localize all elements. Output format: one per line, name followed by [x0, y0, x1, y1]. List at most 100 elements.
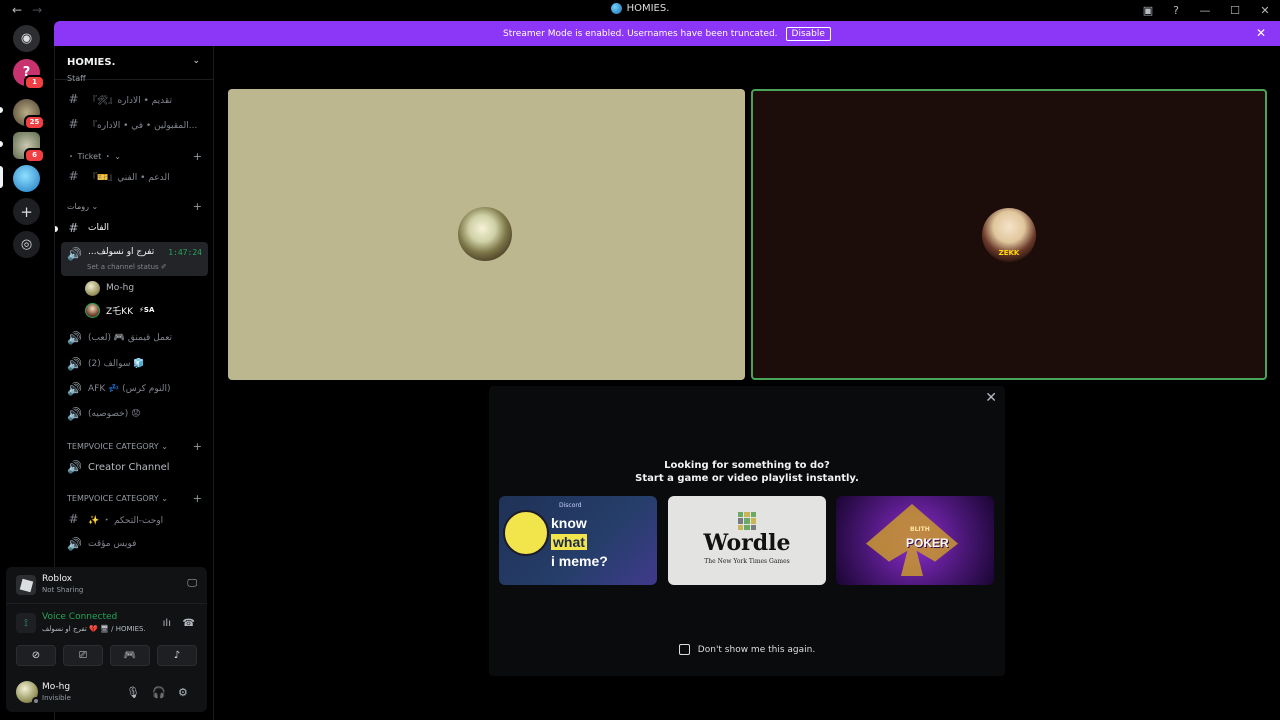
server-avatar-c-icon[interactable]	[13, 165, 40, 192]
activity-card-meme[interactable]: Discord know what i meme?	[499, 496, 657, 585]
voice-channel[interactable]: 🔊 AFK 💤 (النوم كرس)	[61, 378, 208, 400]
voice-channel[interactable]: 🔊 فويس مؤقت	[61, 533, 208, 555]
voice-connected-label[interactable]: Voice Connected	[42, 612, 117, 622]
speaker-icon: 🔊	[67, 331, 82, 345]
add-channel-icon[interactable]: +	[193, 440, 202, 453]
hash-icon: #	[68, 512, 79, 526]
user-name[interactable]: Mo-hg	[42, 682, 70, 692]
window-title-text: HOMIES.	[626, 3, 670, 14]
avatar	[458, 207, 512, 261]
voice-actions: ⊘ ⎚ 🎮 ♪	[16, 645, 197, 666]
unread-indicator	[55, 226, 58, 232]
discord-home-icon[interactable]: ◉	[13, 25, 40, 52]
activity-card-poker[interactable]: BLITH POKER	[836, 496, 994, 585]
streamer-mode-banner: Streamer Mode is enabled. Usernames have…	[54, 21, 1280, 46]
category-staff[interactable]: Staff	[67, 74, 202, 83]
activity-heading: Looking for something to do?	[664, 460, 830, 471]
voice-connection-row: ⟟ Voice Connected تفرج او نسولف 💔 🖥 / HO…	[6, 605, 207, 643]
close-window-button[interactable]: ✕	[1250, 4, 1280, 17]
text-channel[interactable]: # الفات	[61, 217, 208, 239]
checkbox[interactable]	[678, 644, 690, 655]
voice-user[interactable]: Mo-hg	[85, 279, 134, 297]
guild-name: HOMIES.	[67, 57, 116, 68]
unread-badge: 1	[24, 75, 45, 90]
stream-icon[interactable]: 🖵	[187, 578, 197, 589]
text-channel[interactable]: # 『المقبولين • في • الاداره...	[61, 113, 208, 135]
noise-suppression-icon[interactable]: ılı	[163, 618, 171, 629]
voice-channel-path[interactable]: تفرج او نسولف 💔 🖥 / HOMIES.	[42, 625, 146, 633]
speaker-icon: 🔊	[67, 247, 82, 261]
call-area: ZEKK ✕ Looking for something to do? Star…	[214, 46, 1280, 720]
game-title: Roblox	[42, 574, 73, 584]
help-icon[interactable]: ?	[1162, 4, 1190, 17]
user-panel: Roblox Not Sharing 🖵 ⟟ Voice Connected ت…	[6, 567, 207, 712]
category-ticket[interactable]: ・ Ticket ・ ⌄ +	[67, 150, 202, 163]
mic-icon[interactable]: 🎙	[126, 686, 140, 699]
game-sub: Not Sharing	[42, 586, 84, 594]
inbox-icon[interactable]: ▣	[1134, 4, 1162, 17]
server-avatar-a-icon[interactable]: 25	[13, 99, 45, 130]
participant-tile[interactable]	[228, 89, 745, 380]
hash-icon: #	[68, 169, 79, 183]
signal-icon[interactable]: ⟟	[16, 613, 36, 633]
speaker-icon: 🔊	[67, 357, 82, 371]
camera-off-button[interactable]: ⊘	[16, 645, 56, 666]
avatar	[85, 302, 100, 318]
disconnect-icon[interactable]: ☎	[183, 618, 195, 629]
avatar: ZEKK	[982, 208, 1036, 262]
channel-status[interactable]: Set a channel status ✐	[87, 263, 167, 271]
speaker-icon: 🔊	[67, 382, 82, 396]
hash-icon: #	[68, 92, 79, 106]
activity-card-wordle[interactable]: Wordle The New York Times Games	[668, 496, 826, 585]
headset-icon[interactable]: 🎧	[152, 686, 166, 699]
add-channel-icon[interactable]: +	[193, 492, 202, 505]
voice-channel[interactable]: 🔊 (لعب) 🎮 تعمل قيمنق	[61, 327, 208, 349]
text-channel[interactable]: # 『🎫』الدعم • الفني	[61, 165, 208, 187]
voice-channel[interactable]: 🔊 Creator Channel	[61, 456, 208, 478]
maximize-button[interactable]: ☐	[1220, 4, 1250, 17]
window-title: HOMIES.	[0, 3, 1280, 14]
dont-show-again[interactable]: Don't show me this again.	[678, 644, 815, 655]
unread-badge: 25	[24, 115, 45, 130]
hash-icon: #	[68, 221, 79, 235]
discover-icon[interactable]: ◎	[13, 231, 40, 258]
text-channel[interactable]: # 『🛠』تقديم • الاداره	[61, 88, 208, 110]
server-question-icon[interactable]: ? 1	[13, 59, 45, 90]
avatar-label: ZEKK	[998, 249, 1020, 257]
voice-channel[interactable]: 🔊 (2) سوالف 🧊	[61, 353, 208, 375]
speaker-icon: 🔊	[67, 460, 82, 474]
banner-text: Streamer Mode is enabled. Usernames have…	[503, 28, 778, 39]
close-icon[interactable]: ✕	[985, 390, 997, 406]
unread-pill	[0, 107, 3, 113]
share-screen-button[interactable]: ⎚	[63, 645, 103, 666]
add-channel-icon[interactable]: +	[193, 200, 202, 213]
text-channel[interactable]: # ✨ ・ اوحت-التحكم	[61, 508, 208, 530]
add-channel-icon[interactable]: +	[193, 150, 202, 163]
user-row: Mo-hg Invisible 🎙 🎧 ⚙	[6, 675, 207, 712]
activity-row: Roblox Not Sharing 🖵	[6, 567, 207, 604]
server-avatar-b-icon[interactable]: 6	[13, 132, 45, 163]
minimize-button[interactable]: —	[1190, 4, 1220, 17]
category-rooms[interactable]: رومات ⌄ +	[67, 200, 202, 213]
voice-channel[interactable]: 🔊 (خصوصيه) 😟	[61, 403, 208, 425]
window-controls: ▣ ? — ☐ ✕	[1134, 0, 1280, 21]
avatar	[85, 280, 100, 296]
category-tempvoice[interactable]: TEMPVOICE CATEGORY ⌄ +	[67, 492, 202, 505]
meme-face-icon	[503, 510, 549, 556]
wordle-grid-icon	[738, 512, 756, 530]
hash-icon: #	[68, 117, 79, 131]
participant-tile-speaking[interactable]: ZEKK	[751, 89, 1267, 380]
voice-user[interactable]: Z乇KK ⚡SA	[85, 301, 154, 319]
activities-button[interactable]: 🎮	[110, 645, 150, 666]
add-server-icon[interactable]: +	[13, 198, 40, 225]
close-icon[interactable]: ✕	[1256, 26, 1266, 40]
voice-channel-active[interactable]: 🔊 ...تفرج او نسولف 1:47:24 Set a channel…	[61, 242, 208, 276]
globe-icon	[610, 3, 622, 14]
soundboard-button[interactable]: ♪	[157, 645, 197, 666]
disable-button[interactable]: Disable	[785, 26, 831, 41]
category-tempvoice[interactable]: TEMPVOICE CATEGORY ⌄ +	[67, 440, 202, 453]
user-status: Invisible	[42, 694, 71, 702]
roblox-icon	[16, 575, 36, 595]
gear-icon[interactable]: ⚙	[178, 686, 188, 699]
call-timer: 1:47:24	[168, 248, 202, 257]
